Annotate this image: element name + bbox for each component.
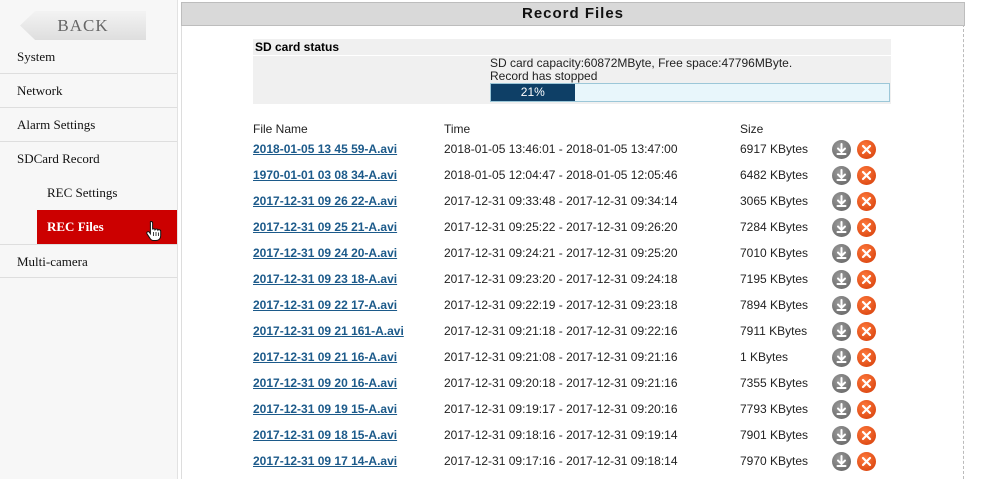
file-size: 7010 KBytes bbox=[740, 246, 809, 260]
delete-icon[interactable] bbox=[857, 400, 876, 419]
file-name-link[interactable]: 2017-12-31 09 25 21-A.avi bbox=[253, 218, 397, 236]
table-row: 2017-12-31 09 17 14-A.avi 2017-12-31 09:1… bbox=[0, 452, 900, 478]
delete-icon[interactable] bbox=[857, 296, 876, 315]
file-time-range: 2017-12-31 09:24:21 - 2017-12-31 09:25:2… bbox=[444, 246, 678, 260]
file-name-link[interactable]: 2017-12-31 09 20 16-A.avi bbox=[253, 374, 397, 392]
file-size: 7901 KBytes bbox=[740, 428, 809, 442]
table-row: 2017-12-31 09 23 18-A.avi 2017-12-31 09:2… bbox=[0, 270, 900, 296]
file-name-link[interactable]: 2017-12-31 09 19 15-A.avi bbox=[253, 400, 397, 418]
table-row: 2017-12-31 09 20 16-A.avi 2017-12-31 09:2… bbox=[0, 374, 900, 400]
file-size: 7970 KBytes bbox=[740, 454, 809, 468]
file-name-link[interactable]: 2017-12-31 09 24 20-A.avi bbox=[253, 244, 397, 262]
file-name-link[interactable]: 2017-12-31 09 21 161-A.avi bbox=[253, 322, 404, 340]
sd-usage-progress-bar: 21% bbox=[490, 83, 890, 102]
delete-icon[interactable] bbox=[857, 270, 876, 289]
file-name-link[interactable]: 2017-12-31 09 17 14-A.avi bbox=[253, 452, 397, 470]
table-row: 2017-12-31 09 18 15-A.avi 2017-12-31 09:1… bbox=[0, 426, 900, 452]
table-row: 2017-12-31 09 25 21-A.avi 2017-12-31 09:2… bbox=[0, 218, 900, 244]
column-header-file-name: File Name bbox=[253, 122, 308, 136]
file-size: 7284 KBytes bbox=[740, 220, 809, 234]
file-size: 7894 KBytes bbox=[740, 298, 809, 312]
file-time-range: 2017-12-31 09:19:17 - 2017-12-31 09:20:1… bbox=[444, 402, 678, 416]
file-size: 7355 KBytes bbox=[740, 376, 809, 390]
download-icon[interactable] bbox=[832, 218, 851, 237]
table-row: 2017-12-31 09 26 22-A.avi 2017-12-31 09:3… bbox=[0, 192, 900, 218]
column-header-size: Size bbox=[740, 122, 764, 136]
delete-icon[interactable] bbox=[857, 322, 876, 341]
download-icon[interactable] bbox=[832, 166, 851, 185]
delete-icon[interactable] bbox=[857, 166, 876, 185]
sd-status-panel: SD card capacity:60872MByte, Free space:… bbox=[253, 56, 891, 104]
table-row: 2017-12-31 09 22 17-A.avi 2017-12-31 09:2… bbox=[0, 296, 900, 322]
download-icon[interactable] bbox=[832, 140, 851, 159]
file-time-range: 2017-12-31 09:18:16 - 2017-12-31 09:19:1… bbox=[444, 428, 678, 442]
delete-icon[interactable] bbox=[857, 374, 876, 393]
file-name-link[interactable]: 2017-12-31 09 22 17-A.avi bbox=[253, 296, 397, 314]
download-icon[interactable] bbox=[832, 374, 851, 393]
delete-icon[interactable] bbox=[857, 244, 876, 263]
file-time-range: 2018-01-05 13:46:01 - 2018-01-05 13:47:0… bbox=[444, 142, 678, 156]
sidebar-item-alarm-settings[interactable]: Alarm Settings bbox=[0, 108, 177, 142]
file-name-link[interactable]: 2017-12-31 09 26 22-A.avi bbox=[253, 192, 397, 210]
table-row: 1970-01-01 03 08 34-A.avi 2018-01-05 12:0… bbox=[0, 166, 900, 192]
download-icon[interactable] bbox=[832, 452, 851, 471]
file-time-range: 2018-01-05 12:04:47 - 2018-01-05 12:05:4… bbox=[444, 168, 678, 182]
file-size: 6482 KBytes bbox=[740, 168, 809, 182]
download-icon[interactable] bbox=[832, 348, 851, 367]
download-icon[interactable] bbox=[832, 192, 851, 211]
file-size: 7911 KBytes bbox=[740, 324, 808, 338]
file-time-range: 2017-12-31 09:33:48 - 2017-12-31 09:34:1… bbox=[444, 194, 678, 208]
download-icon[interactable] bbox=[832, 426, 851, 445]
table-row: 2018-01-05 13 45 59-A.avi 2018-01-05 13:4… bbox=[0, 140, 900, 166]
download-icon[interactable] bbox=[832, 296, 851, 315]
table-row: 2017-12-31 09 21 16-A.avi 2017-12-31 09:2… bbox=[0, 348, 900, 374]
table-row: 2017-12-31 09 24 20-A.avi 2017-12-31 09:2… bbox=[0, 244, 900, 270]
file-size: 7195 KBytes bbox=[740, 272, 809, 286]
back-button[interactable]: BACK bbox=[20, 11, 146, 40]
delete-icon[interactable] bbox=[857, 140, 876, 159]
file-name-link[interactable]: 2017-12-31 09 23 18-A.avi bbox=[253, 270, 397, 288]
file-size: 3065 KBytes bbox=[740, 194, 809, 208]
delete-icon[interactable] bbox=[857, 426, 876, 445]
download-icon[interactable] bbox=[832, 322, 851, 341]
file-name-link[interactable]: 2018-01-05 13 45 59-A.avi bbox=[253, 140, 397, 158]
file-time-range: 2017-12-31 09:21:08 - 2017-12-31 09:21:1… bbox=[444, 350, 678, 364]
file-name-link[interactable]: 2017-12-31 09 21 16-A.avi bbox=[253, 348, 397, 366]
page-title: Record Files bbox=[181, 2, 965, 26]
file-size: 6917 KBytes bbox=[740, 142, 809, 156]
download-icon[interactable] bbox=[832, 400, 851, 419]
table-row: 2017-12-31 09 21 161-A.avi 2017-12-31 09:… bbox=[0, 322, 900, 348]
download-icon[interactable] bbox=[832, 244, 851, 263]
file-time-range: 2017-12-31 09:20:18 - 2017-12-31 09:21:1… bbox=[444, 376, 678, 390]
download-icon[interactable] bbox=[832, 270, 851, 289]
file-time-range: 2017-12-31 09:22:19 - 2017-12-31 09:23:1… bbox=[444, 298, 678, 312]
delete-icon[interactable] bbox=[857, 192, 876, 211]
column-header-time: Time bbox=[444, 122, 471, 136]
sidebar-item-system[interactable]: System bbox=[0, 40, 177, 74]
record-status-text: Record has stopped bbox=[490, 69, 598, 83]
sd-usage-progress-fill: 21% bbox=[491, 84, 575, 101]
file-size: 7793 KBytes bbox=[740, 402, 809, 416]
file-time-range: 2017-12-31 09:25:22 - 2017-12-31 09:26:2… bbox=[444, 220, 678, 234]
file-name-link[interactable]: 2017-12-31 09 18 15-A.avi bbox=[253, 426, 397, 444]
delete-icon[interactable] bbox=[857, 452, 876, 471]
sd-capacity-text: SD card capacity:60872MByte, Free space:… bbox=[490, 56, 793, 70]
delete-icon[interactable] bbox=[857, 218, 876, 237]
delete-icon[interactable] bbox=[857, 348, 876, 367]
sd-status-header: SD card status bbox=[253, 39, 891, 55]
file-time-range: 2017-12-31 09:17:16 - 2017-12-31 09:18:1… bbox=[444, 454, 678, 468]
sidebar-item-network[interactable]: Network bbox=[0, 74, 177, 108]
file-name-link[interactable]: 1970-01-01 03 08 34-A.avi bbox=[253, 166, 397, 184]
table-row: 2017-12-31 09 19 15-A.avi 2017-12-31 09:1… bbox=[0, 400, 900, 426]
file-time-range: 2017-12-31 09:21:18 - 2017-12-31 09:22:1… bbox=[444, 324, 678, 338]
file-time-range: 2017-12-31 09:23:20 - 2017-12-31 09:24:1… bbox=[444, 272, 678, 286]
file-size: 1 KBytes bbox=[740, 350, 789, 364]
